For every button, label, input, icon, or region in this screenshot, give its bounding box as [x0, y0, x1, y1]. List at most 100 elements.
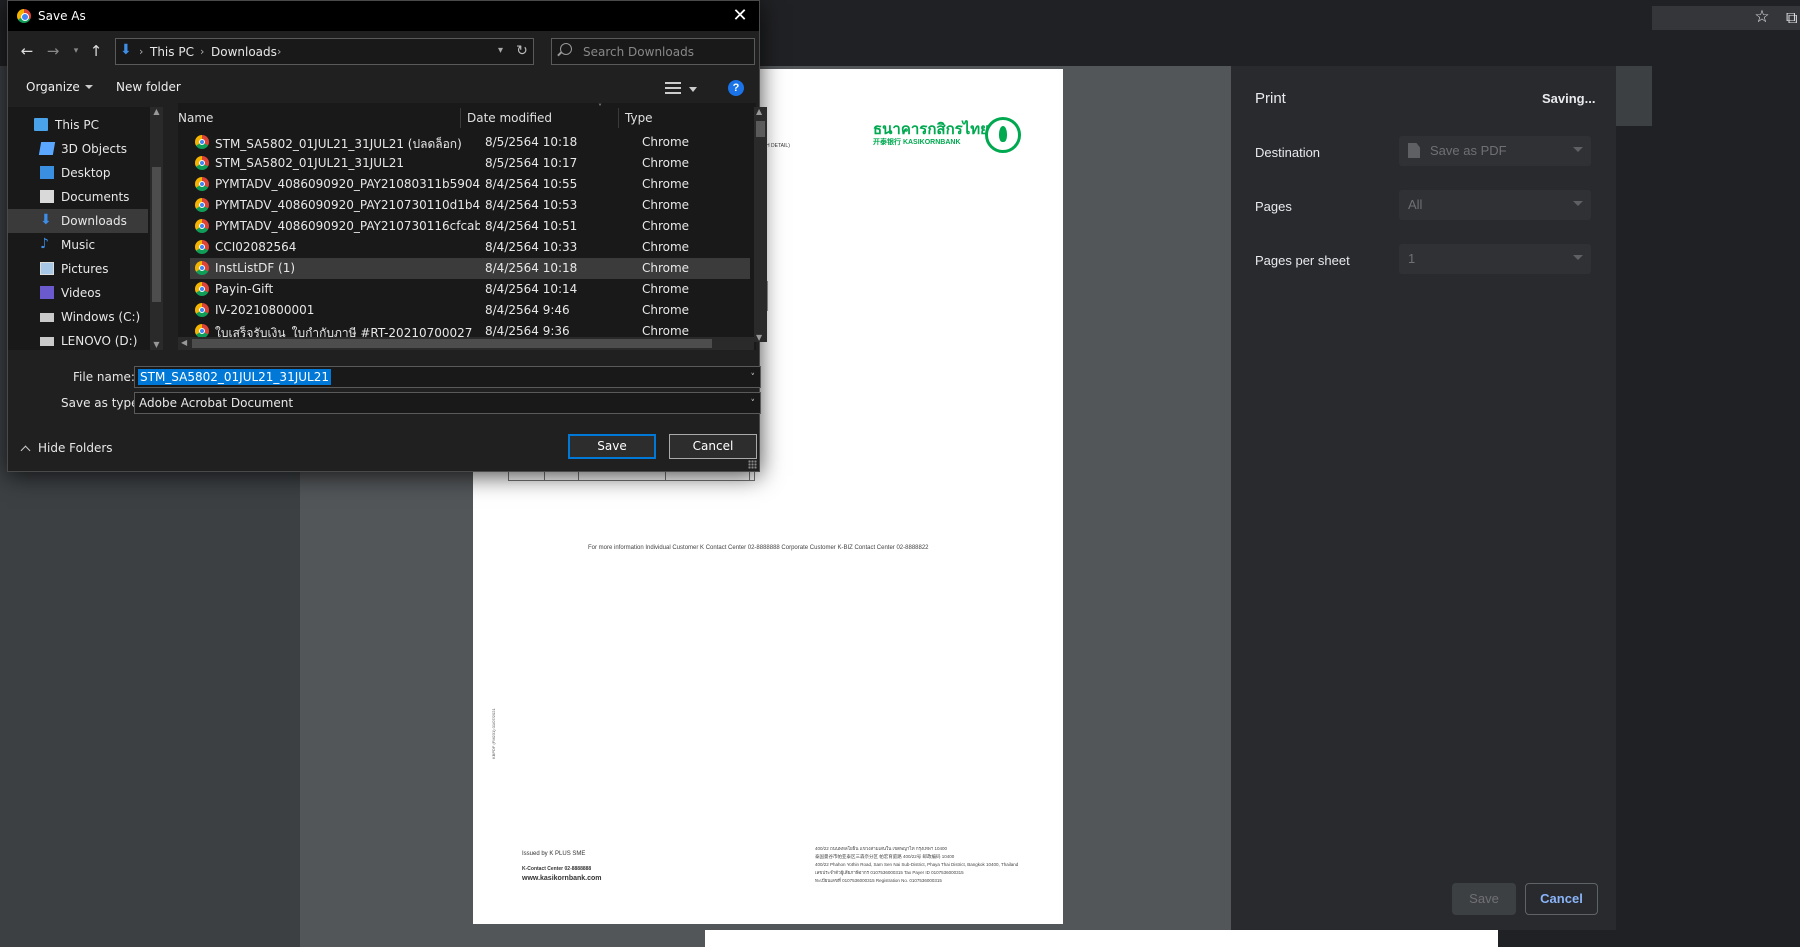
scroll-left-icon[interactable]: ◀: [181, 338, 187, 347]
file-row[interactable]: IV-20210800001 8/4/2564 9:46 Chrome HTML D…: [190, 300, 750, 321]
file-row[interactable]: PYMTADV_4086090920_PAY210730116cfcab92e1…: [190, 216, 750, 237]
hide-folders-label: Hide Folders: [38, 441, 113, 455]
column-header-type[interactable]: Type: [619, 108, 756, 128]
file-list: Name Date modified Type ˅ STM_SA5802_01J…: [178, 103, 756, 350]
sidebar-item[interactable]: 3D Objects: [8, 137, 148, 161]
sidebar-item[interactable]: ⬇ Downloads: [8, 209, 148, 233]
scroll-up-icon[interactable]: ▲: [152, 107, 161, 117]
save-type-label: Save as type:: [61, 396, 143, 410]
omnibox[interactable]: [1652, 6, 1800, 30]
destination-select[interactable]: Save as PDF: [1399, 136, 1591, 166]
preview-page-next: [705, 930, 1498, 947]
chrome-document-icon: [195, 198, 209, 212]
forward-arrow-icon[interactable]: →: [42, 40, 64, 62]
sidebar-item[interactable]: Videos: [8, 281, 148, 305]
navigation-pane: This PC 3D Objects Desktop Documents ⬇ Downlo…: [8, 107, 163, 350]
chevron-down-icon[interactable]: ˅: [751, 373, 756, 383]
hide-folders-button[interactable]: Hide Folders: [20, 441, 113, 456]
sidebar-item[interactable]: Documents: [8, 185, 148, 209]
chrome-app-icon: [17, 9, 31, 23]
dialog-titlebar[interactable]: Save As ✕: [8, 1, 759, 31]
cancel-button[interactable]: Cancel: [669, 434, 757, 459]
column-header-name[interactable]: Name: [178, 108, 461, 128]
chevron-down-icon: [1573, 147, 1583, 152]
file-name-field[interactable]: STM_SA5802_01JUL21_31JUL21 ˅: [134, 366, 761, 388]
file-name: STM_SA5802_01JUL21_31JUL21: [215, 156, 404, 170]
print-save-button[interactable]: Save: [1452, 883, 1516, 915]
column-header-date[interactable]: Date modified: [461, 108, 619, 128]
download-arrow-icon: ⬇: [120, 42, 132, 58]
file-row[interactable]: PYMTADV_4086090920_PAY21080311b5904fe927…: [190, 174, 750, 195]
bank-address-block: 400/22 ถนนพหลโยธิน แขวงสามเสนใน เขตพญาไท…: [815, 845, 1035, 885]
pages-per-sheet-select[interactable]: 1: [1399, 244, 1591, 274]
file-name: CCI02082564: [215, 240, 297, 254]
caret-down-icon[interactable]: [689, 87, 697, 92]
vertical-reference-text: KBPDF (FM231) 01/07/2021: [491, 708, 496, 759]
sidebar-item-label: Downloads: [61, 214, 127, 228]
file-date: 8/4/2564 10:14: [485, 282, 578, 296]
breadcrumb-separator: ›: [139, 45, 144, 58]
sidebar-item-label: Pictures: [61, 262, 109, 276]
breadcrumb-this-pc[interactable]: This PC: [150, 45, 194, 59]
save-type-select[interactable]: Adobe Acrobat Document ˅: [134, 392, 761, 414]
tab-strip: [760, 38, 1652, 66]
scroll-up-icon[interactable]: ▲: [756, 107, 762, 116]
search-input[interactable]: [583, 43, 748, 60]
file-horizontal-scrollbar[interactable]: ◀: [178, 337, 754, 350]
nav-scrollbar[interactable]: ▲ ▼: [150, 107, 163, 350]
scroll-down-icon[interactable]: ▼: [756, 333, 762, 342]
file-vertical-scrollbar[interactable]: ▲ ▼: [754, 107, 767, 342]
file-row[interactable]: STM_SA5802_01JUL21_31JUL21 (ปลดล็อก) 8/5/…: [190, 132, 750, 153]
file-row[interactable]: InstListDF (1) 8/4/2564 10:18 Chrome HTML …: [190, 258, 750, 279]
breadcrumb-downloads[interactable]: Downloads: [211, 45, 277, 59]
file-name-value[interactable]: STM_SA5802_01JUL21_31JUL21: [138, 369, 331, 385]
sidebar-item[interactable]: Windows (C:): [8, 305, 148, 329]
file-row[interactable]: PYMTADV_4086090920_PAY210730110d1b433efd…: [190, 195, 750, 216]
back-arrow-icon[interactable]: ←: [16, 40, 38, 62]
recent-locations-icon[interactable]: ▾: [65, 40, 87, 62]
column-header-date-label: Date modified: [467, 111, 553, 125]
help-icon[interactable]: ?: [728, 80, 744, 96]
file-date: 8/4/2564 10:55: [485, 177, 578, 191]
save-button[interactable]: Save: [568, 434, 656, 459]
search-box[interactable]: [551, 38, 755, 65]
sidebar-item[interactable]: Desktop: [8, 161, 148, 185]
chrome-document-icon: [195, 261, 209, 275]
refresh-icon[interactable]: ↻: [512, 41, 532, 61]
search-icon: [560, 43, 572, 55]
file-hscroll-thumb[interactable]: [192, 339, 712, 348]
new-folder-button[interactable]: New folder: [116, 80, 181, 94]
bookmark-star-icon[interactable]: ☆: [1751, 6, 1773, 28]
address-history-icon[interactable]: ▾: [498, 45, 503, 56]
bank-website: www.kasikornbank.com: [522, 875, 602, 882]
pages-select[interactable]: All: [1399, 190, 1591, 220]
file-type: Chrome HTML Document: [642, 282, 692, 296]
extension-icon[interactable]: ⧉: [1786, 8, 1800, 27]
view-options-icon[interactable]: [665, 81, 681, 95]
sidebar-item-label: Windows (C:): [61, 310, 141, 324]
file-row[interactable]: CCI02082564 8/4/2564 10:33 Chrome HTML Doc…: [190, 237, 750, 258]
sidebar-item-label: This PC: [55, 118, 99, 132]
resize-grip-icon[interactable]: [748, 460, 757, 469]
chrome-document-icon: [195, 177, 209, 191]
up-arrow-icon[interactable]: ↑: [85, 40, 107, 62]
sidebar-item[interactable]: LENOVO (D:): [8, 329, 148, 353]
file-row[interactable]: Payin-Gift 8/4/2564 10:14 Chrome HTML Docu…: [190, 279, 750, 300]
file-scroll-thumb[interactable]: [756, 121, 765, 137]
address-bar[interactable]: ⬇ › This PC › Downloads › ▾: [115, 38, 534, 65]
scroll-down-icon[interactable]: ▼: [152, 340, 161, 350]
sidebar-item[interactable]: ♪ Music: [8, 233, 148, 257]
breadcrumb-separator: ›: [277, 45, 282, 58]
nav-scroll-thumb[interactable]: [152, 167, 161, 302]
sidebar-item-label: Music: [61, 238, 96, 252]
sidebar-item[interactable]: This PC: [8, 113, 148, 137]
close-icon[interactable]: ✕: [727, 4, 753, 28]
sidebar-item[interactable]: Pictures: [8, 257, 148, 281]
file-name: PYMTADV_4086090920_PAY21080311b5904fe927…: [215, 177, 480, 191]
chevron-up-icon: [20, 445, 31, 456]
file-type: Chrome HTML Document: [642, 261, 692, 275]
file-row[interactable]: STM_SA5802_01JUL21_31JUL21 8/5/2564 10:17…: [190, 153, 750, 174]
chevron-down-icon: ˅: [750, 399, 756, 409]
organize-button[interactable]: Organize: [26, 80, 93, 94]
print-cancel-button[interactable]: Cancel: [1525, 883, 1598, 915]
